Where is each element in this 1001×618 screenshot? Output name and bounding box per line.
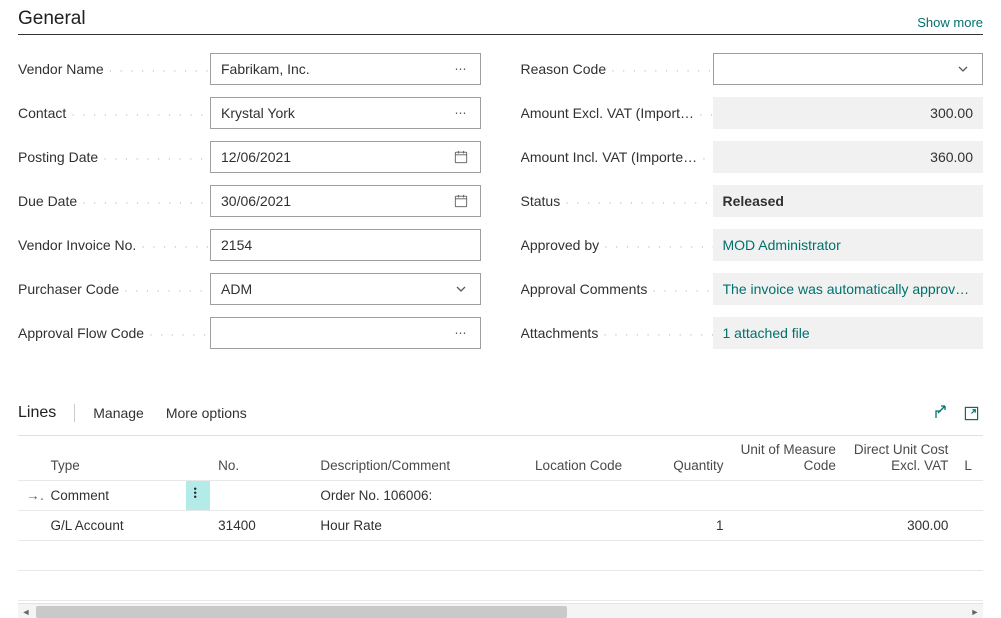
- label-vendor-name: Vendor Name: [18, 61, 210, 77]
- grid-header-row: Type No. Description/Comment Location Co…: [18, 436, 983, 480]
- scroll-left-icon[interactable]: ◄: [18, 604, 34, 618]
- label-reason-code: Reason Code: [521, 61, 713, 77]
- row-menu-button[interactable]: [186, 480, 211, 510]
- show-more-link[interactable]: Show more: [917, 15, 983, 30]
- attachments-link[interactable]: 1 attached file: [713, 317, 984, 349]
- general-form: Vendor Name ⋯ Contact ⋯: [18, 53, 983, 361]
- label-approval-flow-code: Approval Flow Code: [18, 325, 210, 341]
- col-quantity[interactable]: Quantity: [660, 436, 732, 480]
- due-date-input[interactable]: [210, 185, 481, 217]
- label-approved-by: Approved by: [521, 237, 713, 253]
- purchaser-code-select[interactable]: [210, 273, 481, 305]
- cell-cost[interactable]: 300.00: [844, 510, 956, 540]
- table-row[interactable]: → Comment Order No. 106006:: [18, 480, 983, 510]
- label-due-date: Due Date: [18, 193, 210, 209]
- col-cost[interactable]: Direct Unit Cost Excl. VAT: [844, 436, 956, 480]
- scrollbar-thumb[interactable]: [36, 606, 567, 618]
- scroll-right-icon[interactable]: ►: [967, 604, 983, 618]
- ellipsis-icon[interactable]: ⋯: [450, 54, 472, 84]
- col-location[interactable]: Location Code: [527, 436, 660, 480]
- lines-manage-button[interactable]: Manage: [93, 405, 144, 421]
- reason-code-select[interactable]: [713, 53, 984, 85]
- section-title: General: [18, 8, 86, 30]
- cell-location[interactable]: [527, 480, 660, 510]
- cell-quantity[interactable]: [660, 480, 732, 510]
- label-posting-date: Posting Date: [18, 149, 210, 165]
- cell-no[interactable]: 31400: [210, 510, 312, 540]
- ellipsis-icon[interactable]: ⋯: [450, 318, 472, 348]
- label-contact: Contact: [18, 105, 210, 121]
- share-icon[interactable]: [929, 401, 953, 425]
- posting-date-input[interactable]: [210, 141, 481, 173]
- col-description[interactable]: Description/Comment: [312, 436, 527, 480]
- cell-uom[interactable]: [731, 510, 843, 540]
- label-purchaser-code: Purchaser Code: [18, 281, 210, 297]
- row-indicator-icon: →: [18, 480, 43, 510]
- label-vendor-invoice-no: Vendor Invoice No.: [18, 237, 210, 253]
- cell-no[interactable]: [210, 480, 312, 510]
- calendar-icon[interactable]: [450, 142, 472, 172]
- cell-type[interactable]: G/L Account: [43, 510, 186, 540]
- vendor-name-input[interactable]: ⋯: [210, 53, 481, 85]
- table-row[interactable]: G/L Account 31400 Hour Rate 1 300.00: [18, 510, 983, 540]
- approval-comments-link[interactable]: The invoice was automatically approv…: [713, 273, 984, 305]
- expand-icon[interactable]: [959, 401, 983, 425]
- label-attachments: Attachments: [521, 325, 713, 341]
- section-header-general: General Show more: [18, 0, 983, 35]
- label-status: Status: [521, 193, 713, 209]
- lines-header: Lines Manage More options: [18, 401, 983, 425]
- form-col-right: Reason Code Amount Excl. VAT (Import… 30…: [521, 53, 984, 361]
- contact-input[interactable]: ⋯: [210, 97, 481, 129]
- table-row[interactable]: [18, 570, 983, 600]
- table-row[interactable]: [18, 540, 983, 570]
- label-amount-incl-vat: Amount Incl. VAT (Importe…: [521, 149, 713, 165]
- label-approval-comments: Approval Comments: [521, 281, 713, 297]
- vendor-invoice-no-input[interactable]: [210, 229, 481, 261]
- lines-title: Lines: [18, 404, 75, 422]
- cell-location[interactable]: [527, 510, 660, 540]
- chevron-down-icon[interactable]: [952, 54, 974, 84]
- approved-by-link[interactable]: MOD Administrator: [713, 229, 984, 261]
- cell-type[interactable]: [43, 540, 186, 570]
- cell-cost[interactable]: [844, 480, 956, 510]
- col-no[interactable]: No.: [210, 436, 312, 480]
- cell-quantity[interactable]: 1: [660, 510, 732, 540]
- col-uom[interactable]: Unit of Measure Code: [731, 436, 843, 480]
- amount-excl-vat-value: 300.00: [713, 97, 984, 129]
- amount-incl-vat-value: 360.00: [713, 141, 984, 173]
- col-type[interactable]: Type: [43, 436, 186, 480]
- lines-more-options-button[interactable]: More options: [166, 405, 247, 421]
- cell-description[interactable]: Hour Rate: [312, 510, 527, 540]
- col-l[interactable]: L: [956, 436, 983, 480]
- horizontal-scrollbar[interactable]: ◄ ►: [18, 603, 983, 618]
- status-value: Released: [713, 185, 984, 217]
- lines-grid: Type No. Description/Comment Location Co…: [18, 435, 983, 618]
- calendar-icon[interactable]: [450, 186, 472, 216]
- page-scroll[interactable]: General Show more Vendor Name ⋯ Contact: [0, 0, 1001, 618]
- chevron-down-icon[interactable]: [450, 274, 472, 304]
- cell-type[interactable]: [43, 570, 186, 600]
- label-amount-excl-vat: Amount Excl. VAT (Import…: [521, 105, 713, 121]
- ellipsis-icon[interactable]: ⋯: [450, 98, 472, 128]
- cell-type[interactable]: Comment: [43, 480, 186, 510]
- vertical-dots-icon: [194, 487, 197, 499]
- form-col-left: Vendor Name ⋯ Contact ⋯: [18, 53, 481, 361]
- approval-flow-code-input[interactable]: ⋯: [210, 317, 481, 349]
- cell-description[interactable]: Order No. 106006:: [312, 480, 527, 510]
- cell-uom[interactable]: [731, 480, 843, 510]
